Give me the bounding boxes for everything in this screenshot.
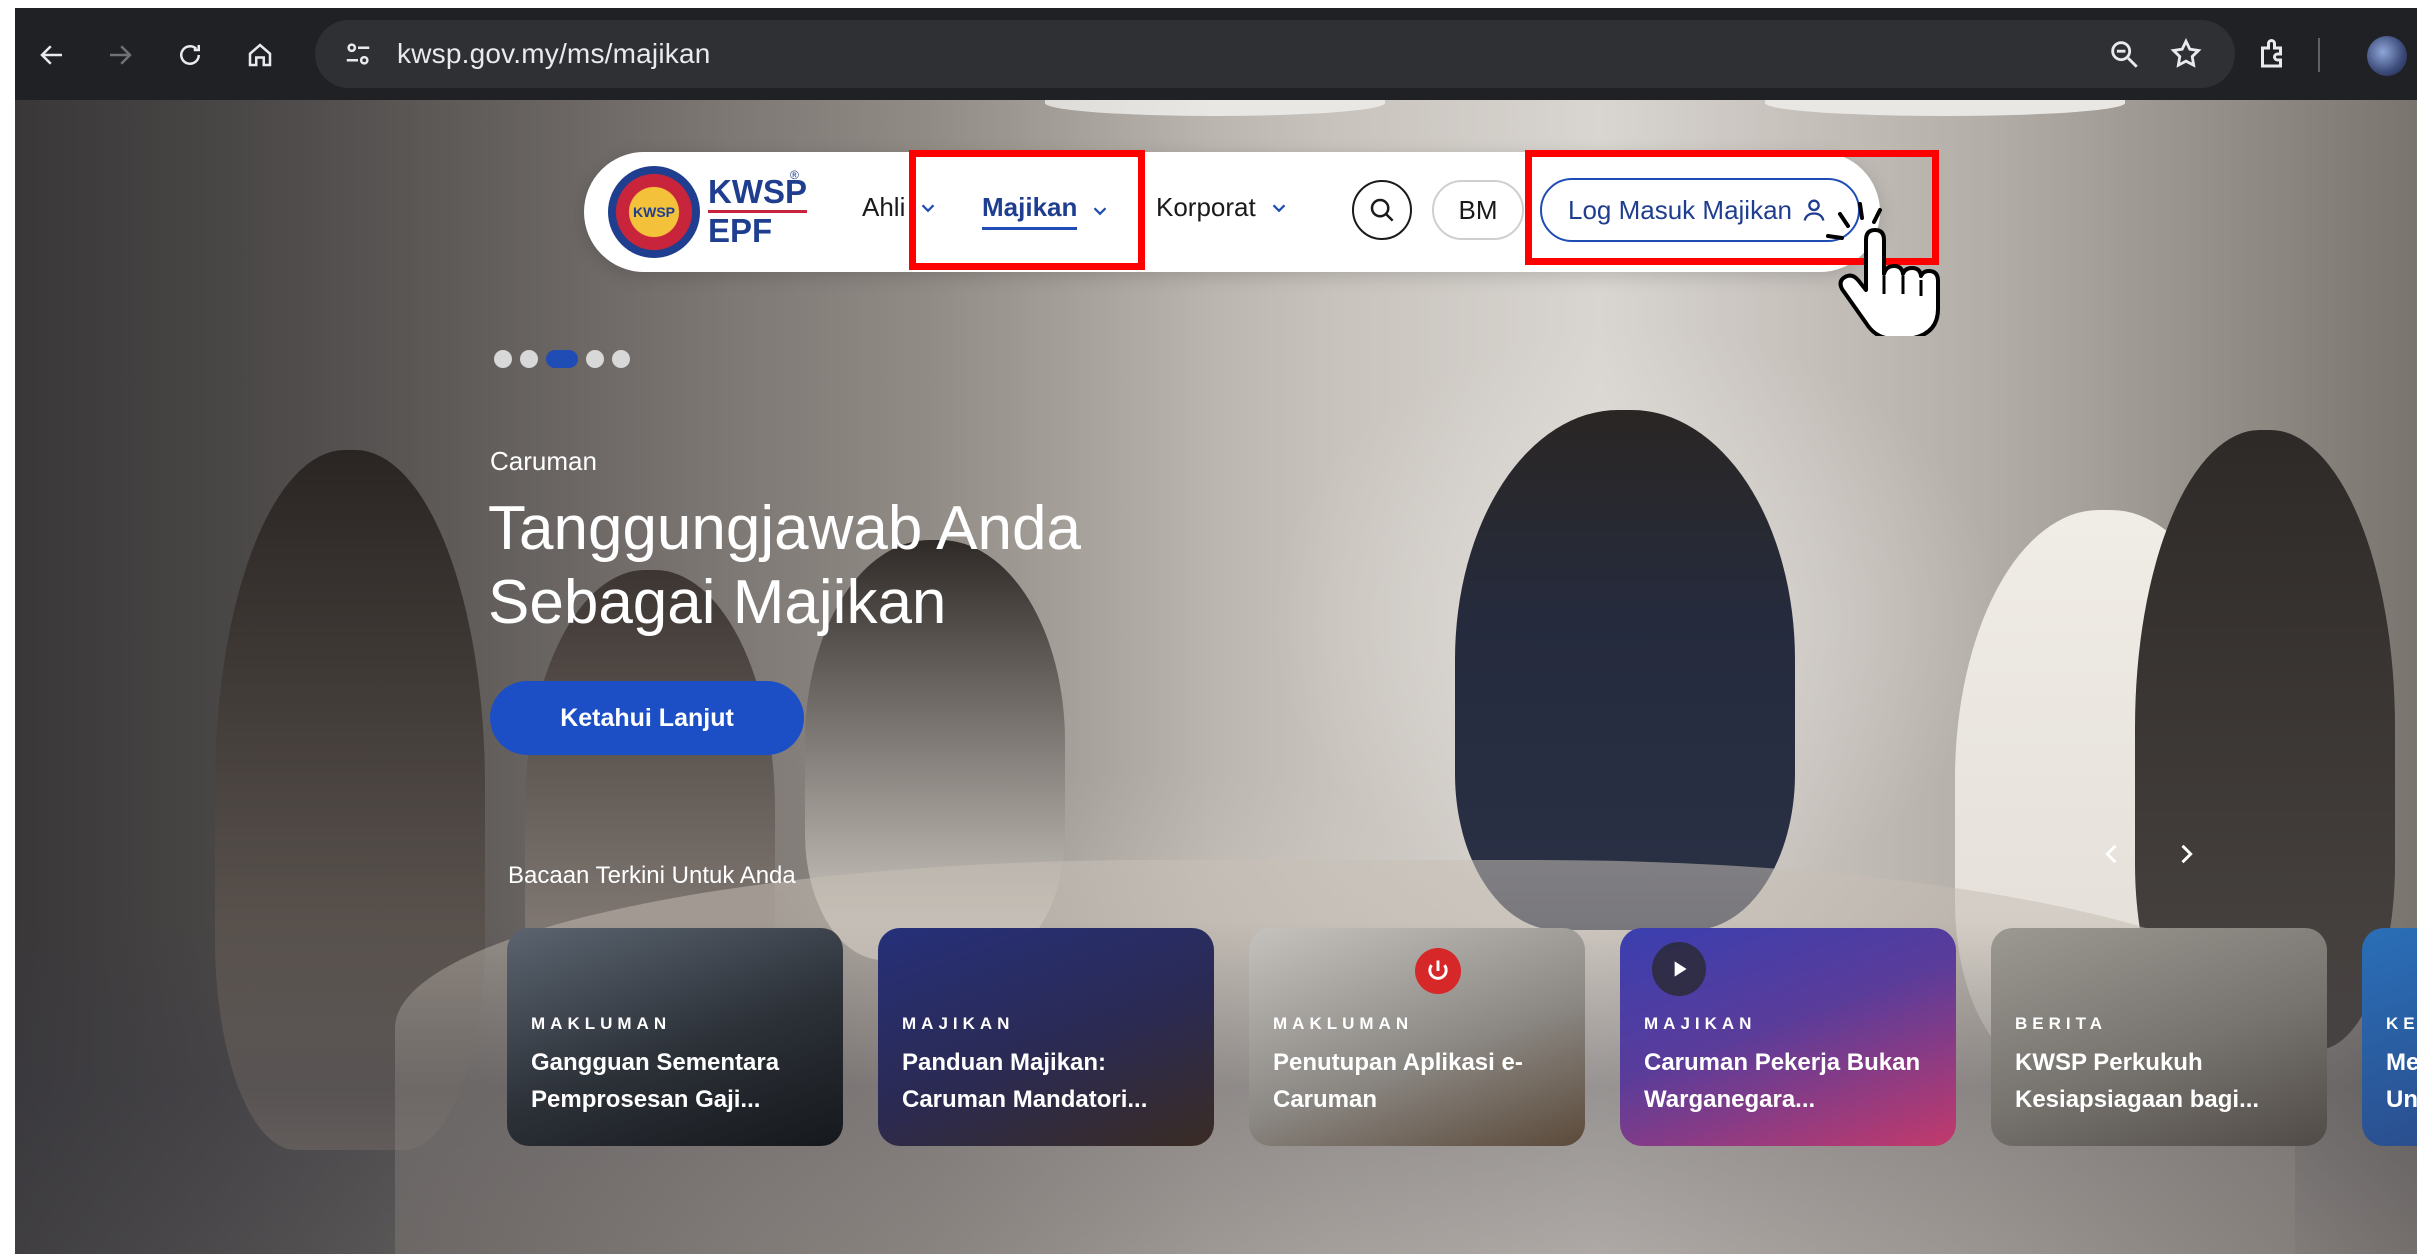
card-title: Me Un — [2386, 1049, 2417, 1113]
reload-icon — [180, 45, 200, 65]
hand-pointer-cursor-icon — [1826, 202, 1940, 336]
card-title: Gangguan Sementara Pemprosesan Gaji... — [531, 1049, 780, 1113]
card-title: Panduan Majikan: Caruman Mandatori... — [902, 1049, 1148, 1113]
news-card[interactable]: MAJIKAN Caruman Pekerja Bukan Warganegar… — [1620, 928, 1956, 1146]
card-category: MAKLUMAN — [1273, 1014, 1414, 1033]
kwsp-logo-text[interactable]: KWSP EPF — [708, 174, 807, 249]
carousel-dot[interactable] — [586, 350, 604, 368]
carousel-next-button[interactable] — [2164, 832, 2208, 876]
news-card[interactable]: BERITA KWSP Perkukuh Kesiapsiagaan bagi.… — [1991, 928, 2327, 1146]
registered-mark: ® — [790, 168, 799, 182]
carousel-prev-button[interactable] — [2090, 832, 2134, 876]
url-text[interactable]: kwsp.gov.my/ms/majikan — [397, 38, 711, 70]
forward-button[interactable] — [97, 32, 143, 78]
toolbar-separator — [2318, 38, 2320, 72]
browser-toolbar: kwsp.gov.my/ms/majikan — [15, 8, 2417, 100]
latest-reading-title: Bacaan Terkini Untuk Anda — [508, 862, 796, 889]
arrow-left-icon — [40, 45, 62, 65]
card-category: KE — [2386, 1014, 2417, 1033]
chevron-left-icon — [2105, 844, 2117, 864]
employer-login-button[interactable]: Log Masuk Majikan — [1540, 178, 1860, 242]
play-video-icon[interactable] — [1652, 942, 1706, 996]
carousel-dot-active[interactable] — [546, 350, 578, 368]
chevron-down-icon — [1272, 203, 1286, 212]
chevron-down-icon — [922, 203, 935, 212]
learn-more-button[interactable]: Ketahui Lanjut — [490, 681, 804, 755]
hero-eyebrow: Caruman — [490, 446, 597, 476]
nav-korporat[interactable]: Korporat — [1156, 192, 1290, 223]
search-button[interactable] — [1352, 180, 1412, 240]
address-bar[interactable]: kwsp.gov.my/ms/majikan — [315, 20, 2235, 88]
carousel-dot[interactable] — [494, 350, 512, 368]
ceiling-lamp — [1765, 100, 2125, 116]
zoom-icon[interactable] — [2107, 37, 2141, 71]
language-button[interactable]: BM — [1432, 180, 1524, 240]
news-card[interactable]: MAJIKAN Panduan Majikan: Caruman Mandato… — [878, 928, 1214, 1146]
search-icon — [1370, 198, 1394, 222]
hero-person — [1455, 410, 1795, 930]
carousel-dot[interactable] — [612, 350, 630, 368]
home-button[interactable] — [237, 32, 283, 78]
reload-button[interactable] — [167, 32, 213, 78]
chevron-down-icon — [1094, 207, 1107, 216]
chevron-right-icon — [2181, 844, 2193, 864]
card-title: Penutupan Aplikasi e-Caruman — [1273, 1049, 1523, 1113]
news-card[interactable]: MAKLUMAN Penutupan Aplikasi e-Caruman — [1249, 928, 1585, 1146]
site-navbar: KWSP KWSP EPF ® Ahli Majikan Korporat BM… — [584, 152, 1880, 272]
card-category: MAJIKAN — [902, 1014, 1015, 1033]
news-card[interactable]: MAKLUMAN Gangguan Sementara Pemprosesan … — [507, 928, 843, 1146]
login-label: Log Masuk Majikan — [1568, 194, 1792, 225]
arrow-right-icon — [110, 45, 132, 65]
carousel-indicator — [494, 350, 630, 368]
carousel-dot[interactable] — [520, 350, 538, 368]
card-category: MAJIKAN — [1644, 1014, 1757, 1033]
site-info-icon[interactable] — [341, 37, 375, 71]
extensions-icon[interactable] — [2255, 36, 2291, 72]
nav-ahli[interactable]: Ahli — [862, 192, 939, 223]
card-title: KWSP Perkukuh Kesiapsiagaan bagi... — [2015, 1049, 2260, 1113]
power-icon — [1415, 948, 1461, 994]
card-category: BERITA — [2015, 1014, 2108, 1033]
bookmark-star-icon[interactable] — [2169, 37, 2203, 71]
news-card-partial[interactable]: KE Me Un — [2362, 928, 2417, 1146]
home-icon — [248, 43, 272, 67]
card-category: MAKLUMAN — [531, 1014, 672, 1033]
back-button[interactable] — [29, 32, 75, 78]
profile-avatar[interactable] — [2367, 36, 2407, 76]
kwsp-logo-emblem[interactable]: KWSP — [608, 166, 700, 258]
card-title: Caruman Pekerja Bukan Warganegara... — [1644, 1049, 1921, 1113]
nav-majikan[interactable]: Majikan — [982, 192, 1111, 230]
hero-headline: Tanggungjawab Anda Sebagai Majikan — [488, 494, 1081, 637]
